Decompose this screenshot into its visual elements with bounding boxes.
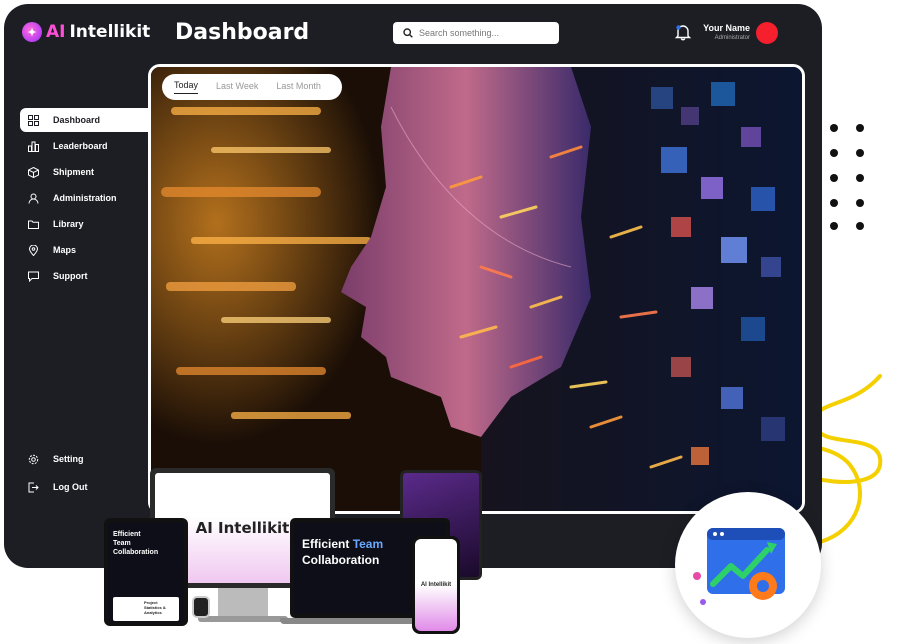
hero-image [148, 64, 805, 514]
analytics-badge [675, 492, 821, 638]
brain-icon: ✦ [22, 22, 42, 42]
ai-face-illustration [151, 67, 802, 511]
leaderboard-icon [28, 141, 39, 152]
chart-growth-icon [693, 528, 785, 605]
app-logo[interactable]: ✦ AI Intellikit [22, 22, 150, 42]
sidebar-nav: Dashboard Leaderboard Shipment Administr… [20, 108, 148, 290]
laptop-headline-text: Efficient [302, 537, 350, 551]
sidebar-item-label: Shipment [53, 167, 95, 177]
sidebar-item-library[interactable]: Library [20, 212, 148, 236]
sidebar-item-dashboard[interactable]: Dashboard [20, 108, 148, 132]
tablet-subhead: Project Statistics & Analytics [144, 600, 166, 615]
tab-last-week[interactable]: Last Week [216, 81, 258, 94]
gear-icon [28, 454, 39, 464]
logout-icon [28, 482, 39, 492]
dot [856, 174, 864, 182]
logo-ai-text: AI [46, 22, 66, 42]
smartwatch-mockup [192, 596, 210, 618]
phone-mockup: AI Intellikit [412, 536, 460, 634]
stage: ✦ AI Intellikit Dashboard Your Name Admi… [0, 0, 899, 644]
dot [856, 149, 864, 157]
user-role: Administrator [714, 35, 750, 41]
date-range-tabs: Today Last Week Last Month [162, 74, 342, 100]
dot [830, 124, 838, 132]
sidebar-item-label: Dashboard [53, 115, 101, 125]
sidebar-item-leaderboard[interactable]: Leaderboard [20, 134, 148, 158]
monitor-logo-text: AI Intellikit [195, 519, 290, 537]
search-input[interactable] [419, 28, 549, 38]
sidebar-item-shipment[interactable]: Shipment [20, 160, 148, 184]
sidebar-item-label: Maps [53, 245, 77, 255]
sidebar-item-label: Support [53, 271, 88, 281]
dashboard-icon [28, 114, 39, 126]
page-title: Dashboard [175, 20, 310, 45]
tablet-mockup: Efficient Team Collaboration Project Sta… [104, 518, 188, 626]
tab-today[interactable]: Today [174, 80, 199, 94]
monitor-base [198, 616, 288, 622]
dot [856, 199, 864, 207]
dot [856, 124, 864, 132]
avatar[interactable] [756, 22, 778, 44]
monitor-stand [218, 588, 268, 618]
folder-icon [28, 220, 39, 229]
dot [830, 149, 838, 157]
dot [856, 222, 864, 230]
device-mockups: AI Intellikit Efficient Team Collaborati… [100, 468, 500, 644]
sidebar-item-support[interactable]: Support [20, 264, 148, 288]
phone-logo-text: AI Intellikit [420, 582, 452, 588]
user-icon [28, 193, 39, 204]
user-name: Your Name [703, 23, 750, 33]
sidebar-item-label: Library [53, 219, 84, 229]
sidebar-item-administration[interactable]: Administration [20, 186, 148, 210]
dot [830, 222, 838, 230]
chat-icon [28, 271, 39, 282]
box-icon [28, 166, 39, 178]
tab-last-month[interactable]: Last Month [276, 81, 321, 94]
search-icon [403, 28, 413, 38]
sidebar-item-label: Leaderboard [53, 141, 108, 151]
sidebar-item-label: Setting [53, 454, 84, 464]
user-info[interactable]: Your Name Administrator [690, 23, 750, 41]
tablet-headline: Efficient Team Collaboration [113, 531, 159, 556]
search-bar[interactable] [393, 22, 559, 44]
sidebar-item-maps[interactable]: Maps [20, 238, 148, 262]
sidebar-item-label: Administration [53, 193, 117, 203]
map-pin-icon [28, 244, 39, 256]
dot [830, 174, 838, 182]
dot-grid-decoration [830, 124, 870, 234]
laptop-headline-accent: Team [352, 537, 384, 551]
logo-name-text: Intellikit [69, 22, 151, 42]
dot [830, 199, 838, 207]
sidebar-item-label: Log Out [53, 482, 88, 492]
